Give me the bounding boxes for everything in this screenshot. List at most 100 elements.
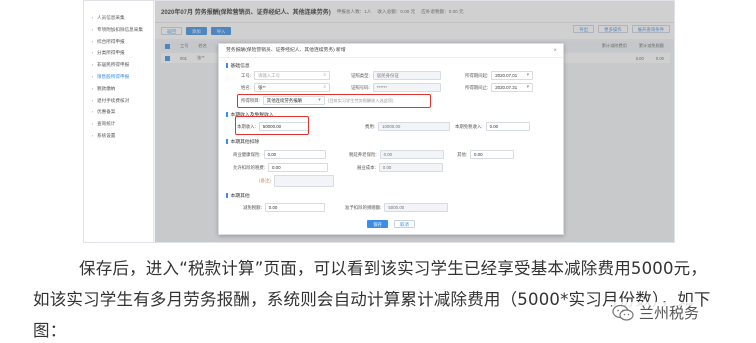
bullet-icon: ›: [91, 85, 94, 91]
sidebar-item-label: 税款缴纳: [97, 85, 116, 91]
search-icon: ⌕: [323, 72, 327, 78]
period-start-row: 所得期间起: 2020.07.01 ▾: [465, 71, 534, 80]
sidebar-item-label: 退付手续费核对: [97, 97, 130, 103]
security-label: 展业成本:: [357, 164, 376, 170]
calendar-icon: ▾: [526, 72, 530, 78]
cost-label: 费用:: [365, 123, 376, 129]
work-no-input[interactable]: 请输入工号 ⌕: [254, 71, 331, 80]
bullet-icon: ›: [91, 50, 94, 56]
donation-label: 准予扣除的捐赠额:: [345, 204, 382, 210]
sidebar-item-label: 限售股所得申报: [97, 73, 130, 79]
article-paragraph: 保存后，进入“税款计算”页面，可以看到该实习学生已经享受基本减除费用5000元，…: [33, 253, 723, 343]
sidebar-item-comprehensive[interactable]: › 综合所得申报: [84, 36, 153, 48]
section-bar-icon: [226, 112, 228, 117]
id-no-input[interactable]: ******: [372, 83, 441, 92]
bullet-icon: ›: [91, 121, 94, 127]
work-no-label: 工号:: [241, 72, 252, 78]
bullet-icon: ›: [91, 109, 94, 115]
id-type-row: 证照类型: 居民身份证: [351, 71, 441, 80]
allow-label: 允许扣除的税费:: [233, 164, 265, 170]
sidebar-item-label: 分类所得申报: [97, 50, 125, 56]
section-basic: 基础信息: [219, 61, 563, 70]
calendar-icon: ▾: [526, 84, 530, 90]
highlight-income: [235, 116, 309, 135]
section-title: 本期其他扣除: [230, 140, 260, 145]
id-type-select[interactable]: 居民身份证: [372, 71, 441, 80]
work-no-row: 工号: 请输入工号 ⌕: [241, 71, 331, 80]
sidebar-item-label: 人员信息采集: [97, 15, 125, 20]
name-input[interactable]: 张** ⌕: [254, 83, 331, 92]
sidebar-item-label: 优惠备案: [97, 109, 116, 115]
sidebar-item-label: 专项附加扣除信息采集: [97, 26, 143, 32]
section-other: 本期其他: [219, 191, 250, 200]
period-start-label: 所得期间起:: [465, 72, 489, 78]
period-start-input[interactable]: 2020.07.01 ▾: [491, 71, 534, 80]
save-button[interactable]: 保存: [367, 220, 388, 228]
tax-free-label: 本期免税收入:: [455, 123, 483, 129]
bullet-icon: ›: [91, 38, 94, 44]
sidebar-item-nonresident[interactable]: › 非居民所得申报: [84, 59, 153, 71]
period-end-input[interactable]: 2020.07.31 ▾: [491, 83, 534, 92]
period-end-row: 所得期间止: 2020.07.31 ▾: [465, 83, 534, 92]
screenshot-frame: › 人员信息采集 › 专项附加扣除信息采集 › 综合所得申报 › 分类所得申报 › 非居民…: [83, 0, 675, 243]
section-bar-icon: [226, 63, 228, 68]
sidebar-item-label: 综合所得申报: [97, 38, 125, 44]
note-input[interactable]: [273, 175, 334, 187]
cancel-button[interactable]: 取消: [394, 220, 415, 228]
tax-free-input[interactable]: 0.00: [485, 122, 530, 131]
sidebar-item-special-deduction[interactable]: › 专项附加扣除信息采集: [84, 24, 153, 36]
account-watermark: 兰州税务: [612, 302, 700, 323]
bullet-icon: ›: [91, 132, 94, 138]
wechat-icon: [612, 304, 634, 321]
allow-input[interactable]: 0.00: [267, 163, 328, 172]
sidebar: › 人员信息采集 › 专项附加扣除信息采集 › 综合所得申报 › 分类所得申报 › 非居民…: [84, 1, 154, 242]
donation-input[interactable]: 5000.00: [384, 203, 449, 212]
bullet-icon: ›: [91, 26, 94, 32]
security-row: 展业成本: 0.00: [357, 163, 443, 172]
pension-label: 税延养老保险:: [349, 151, 377, 157]
dialog-footer: 保存 取消: [219, 220, 563, 228]
sidebar-item-refund-fee[interactable]: › 退付手续费核对: [84, 95, 153, 107]
cost-input[interactable]: 10000.00: [378, 122, 451, 131]
allow-row: 允许扣除的税费: 0.00: [233, 163, 328, 172]
health-input[interactable]: 0.00: [263, 150, 326, 159]
security-input[interactable]: 0.00: [378, 163, 443, 172]
section-title: 本期其他: [230, 194, 250, 199]
sidebar-item-query[interactable]: › 查询统计: [84, 118, 153, 130]
watermark-text: 兰州税务: [639, 304, 700, 322]
reduce-row: 减免税额: 0.00: [243, 203, 325, 212]
reduce-label: 减免税额:: [243, 204, 262, 210]
note-row: (备注): [259, 175, 334, 187]
section-bar-icon: [226, 193, 228, 198]
other-deduction-row: 其他: 0.00: [457, 150, 515, 159]
bullet-icon: ›: [91, 73, 94, 79]
other-deduction-label: 其他:: [457, 151, 468, 157]
sidebar-item-label: 非居民所得申报: [97, 62, 130, 68]
id-no-label: 证照号码:: [351, 84, 370, 90]
pension-input[interactable]: 0.00: [379, 150, 444, 159]
add-record-dialog: 劳务报酬(保险营销员、证券经纪人、其他连续劳务) 新增 × 基础信息 工号: 请…: [218, 43, 564, 235]
sidebar-item-settings[interactable]: › 系统设置: [84, 130, 153, 142]
other-deduction-input[interactable]: 0.00: [470, 150, 515, 159]
dialog-title: 劳务报酬(保险营销员、证券经纪人、其他连续劳务) 新增: [226, 48, 346, 53]
sidebar-item-classified[interactable]: › 分类所得申报: [84, 47, 153, 59]
search-icon: ⌕: [323, 84, 327, 90]
section-bar-icon: [226, 139, 228, 144]
sidebar-item-tax-payment[interactable]: › 税款缴纳: [84, 83, 153, 95]
bullet-icon: ›: [91, 97, 94, 103]
sidebar-item-personnel[interactable]: › 人员信息采集: [84, 12, 153, 24]
dialog-header: 劳务报酬(保险营销员、证券经纪人、其他连续劳务) 新增 ×: [219, 44, 563, 58]
sidebar-item-preferential[interactable]: › 优惠备案: [84, 106, 153, 118]
close-icon[interactable]: ×: [553, 44, 557, 58]
note-label: (备注): [259, 178, 271, 183]
reduce-input[interactable]: 0.00: [264, 203, 325, 212]
section-deduction: 本期其他扣除: [219, 137, 259, 146]
section-title: 基础信息: [230, 64, 250, 69]
id-no-row: 证照号码: ******: [351, 83, 441, 92]
cost-row: 费用: 10000.00: [365, 122, 451, 131]
sidebar-item-label: 系统设置: [97, 132, 116, 138]
sidebar-item-label: 查询统计: [97, 121, 116, 127]
sidebar-item-restricted[interactable]: › 限售股所得申报: [84, 71, 153, 83]
pension-row: 税延养老保险: 0.00: [349, 150, 444, 159]
tax-free-row: 本期免税收入: 0.00: [455, 122, 530, 131]
